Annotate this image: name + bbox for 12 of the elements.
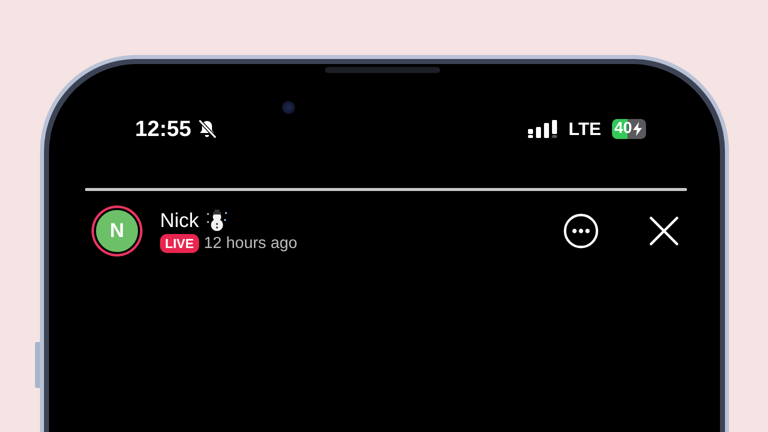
- status-time: 12:55: [135, 116, 192, 142]
- signal-icon: [528, 120, 558, 138]
- network-label: LTE: [568, 118, 602, 140]
- more-options-button[interactable]: [563, 213, 599, 249]
- time-ago: 12 hours ago: [204, 234, 298, 252]
- user-name: Nick: [160, 210, 199, 232]
- snowman-icon: [204, 209, 229, 233]
- close-button[interactable]: [648, 215, 680, 247]
- battery-indicator: 40: [612, 119, 646, 139]
- avatar[interactable]: N: [94, 208, 140, 254]
- live-badge: LIVE: [160, 234, 199, 253]
- camera-dot: [282, 101, 295, 114]
